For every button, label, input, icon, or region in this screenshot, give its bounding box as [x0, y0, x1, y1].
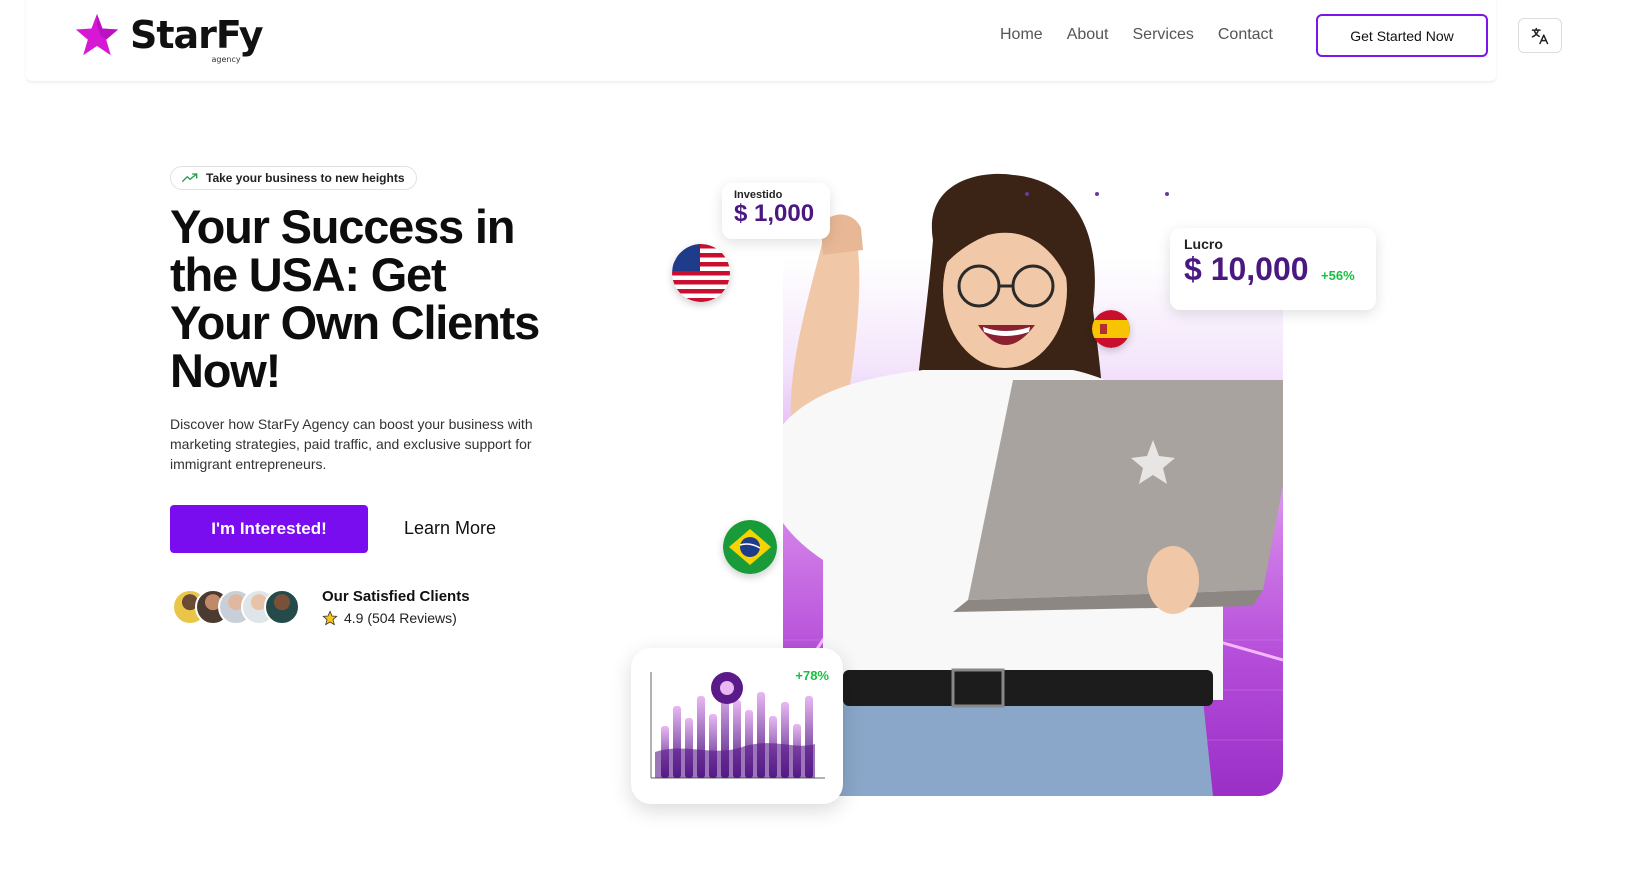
- usa-flag: [672, 244, 730, 302]
- mini-bar-chart: [650, 672, 825, 779]
- profit-change: +56%: [1321, 268, 1355, 283]
- brazil-flag: [723, 520, 777, 574]
- brand-subtitle: agency: [211, 55, 241, 64]
- nav-services[interactable]: Services: [1133, 26, 1194, 44]
- nav-home[interactable]: Home: [1000, 26, 1043, 44]
- client-avatars: [172, 589, 300, 625]
- spain-flag: [1092, 310, 1130, 348]
- rating: 4.9 (504 Reviews): [322, 610, 457, 626]
- hero-title: Your Success in the USA: Get Your Own Cl…: [170, 200, 540, 397]
- profit-card: Lucro $ 10,000 +56%: [1170, 228, 1376, 310]
- trending-up-icon: [182, 173, 198, 182]
- learn-more-link[interactable]: Learn More: [404, 518, 496, 539]
- hero-visual: Investido $ 1,000 Lucro $ 10,000 +56% +7…: [600, 140, 1400, 820]
- rating-text: 4.9 (504 Reviews): [344, 610, 457, 626]
- sparkle-dot: [1095, 192, 1099, 196]
- profit-value: $ 10,000: [1184, 251, 1309, 287]
- main-nav: Home About Services Contact: [1000, 26, 1297, 44]
- nav-contact[interactable]: Contact: [1218, 26, 1273, 44]
- site-header: StarFy agency Home About Services Contac…: [26, 0, 1562, 82]
- star-icon: [322, 610, 338, 626]
- get-started-button[interactable]: Get Started Now: [1316, 14, 1488, 57]
- translate-icon: [1531, 27, 1549, 44]
- avatar: [264, 589, 300, 625]
- brand-logo[interactable]: StarFy agency: [74, 12, 264, 64]
- sparkle-dot: [1165, 192, 1169, 196]
- sparkle-dot: [1025, 192, 1029, 196]
- brand-name: StarFy agency: [130, 13, 264, 64]
- hero-badge-text: Take your business to new heights: [206, 171, 405, 185]
- logo-star-icon: [75, 13, 119, 56]
- language-button[interactable]: [1518, 18, 1562, 53]
- growth-chart-card: +78%: [631, 648, 843, 804]
- invested-card: Investido $ 1,000: [722, 183, 830, 239]
- invested-value: $ 1,000: [734, 200, 815, 227]
- hero-badge: Take your business to new heights: [170, 166, 417, 190]
- profit-label: Lucro: [1184, 236, 1223, 252]
- hero-description: Discover how StarFy Agency can boost you…: [170, 416, 533, 472]
- clients-title: Our Satisfied Clients: [322, 588, 470, 605]
- interested-button[interactable]: I'm Interested!: [170, 505, 368, 553]
- nav-about[interactable]: About: [1067, 26, 1109, 44]
